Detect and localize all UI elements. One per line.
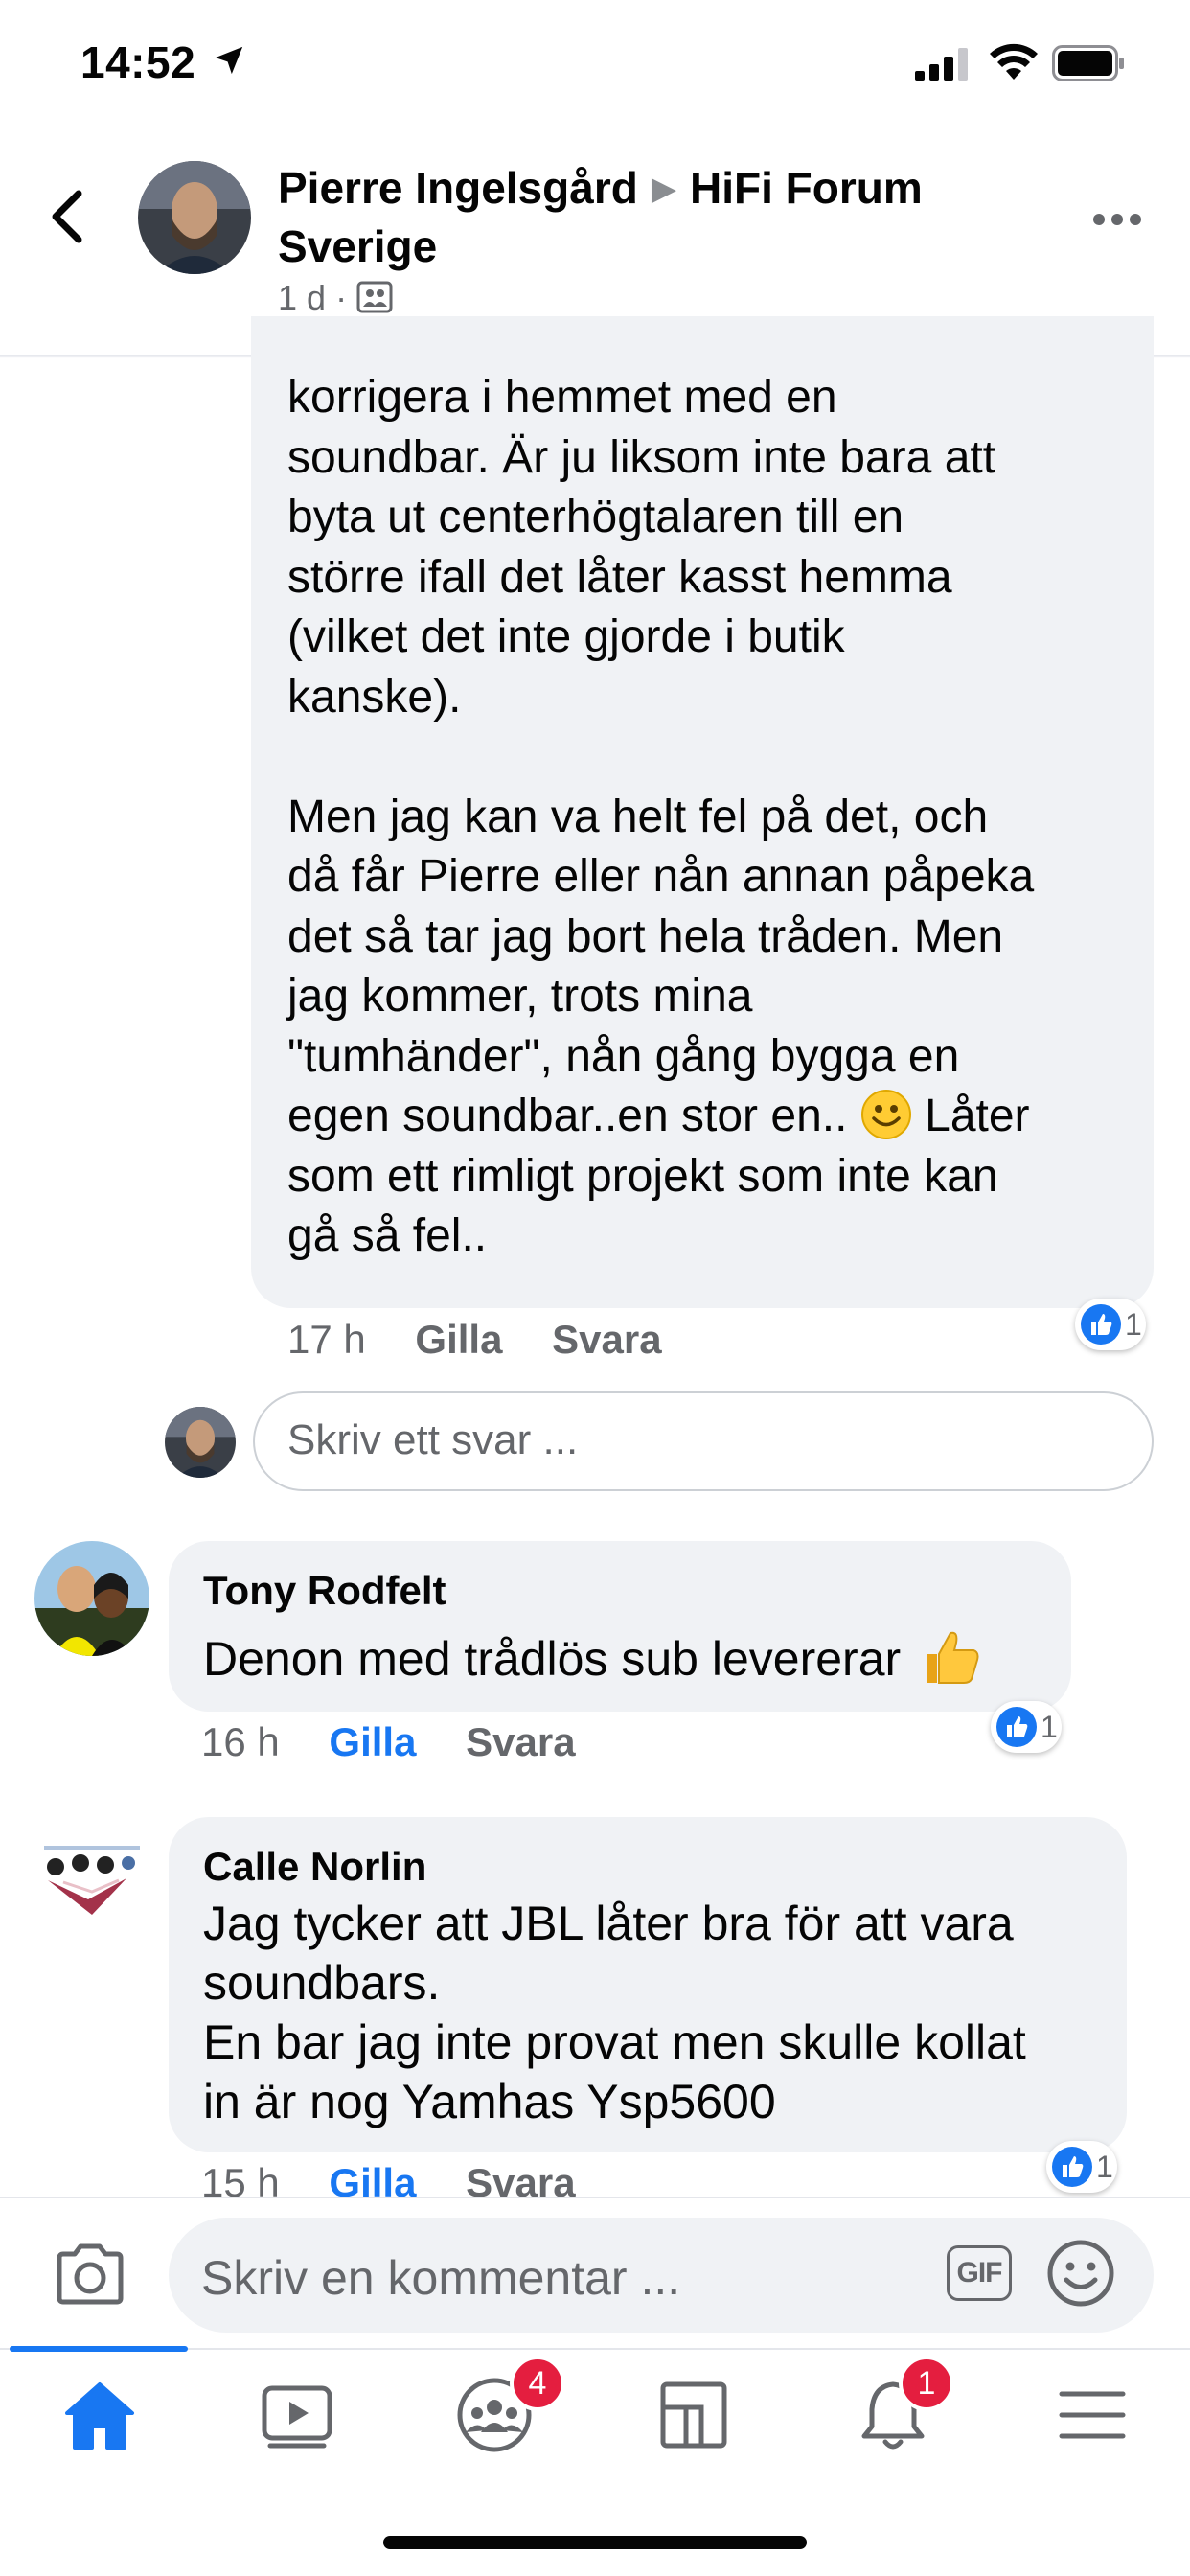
wifi-icon	[990, 43, 1038, 80]
reaction-count[interactable]: 1	[1046, 2141, 1117, 2193]
commenter-avatar[interactable]	[34, 1541, 149, 1656]
status-time: 14:52	[80, 37, 196, 87]
comment-actions: 17 h Gilla Svara	[287, 1317, 662, 1363]
group-members-icon	[356, 281, 393, 313]
commenter-avatar[interactable]	[34, 1819, 149, 1934]
commenter-name[interactable]: Tony Rodfelt	[203, 1568, 446, 1614]
watch-icon[interactable]	[257, 2375, 337, 2455]
commenter-name[interactable]: Calle Norlin	[203, 1844, 426, 1890]
camera-icon[interactable]	[54, 2242, 126, 2306]
back-icon[interactable]	[44, 188, 92, 245]
home-indicator	[383, 2536, 807, 2549]
thumbs-up-emoji-icon	[922, 1627, 981, 1687]
pages-icon[interactable]	[653, 2375, 734, 2455]
comment-placeholder: Skriv en kommentar ...	[201, 2251, 681, 2305]
like-link[interactable]: Gilla	[415, 1317, 502, 1362]
menu-icon[interactable]	[1052, 2375, 1133, 2455]
comment-time: 16 h	[201, 1719, 280, 1764]
like-reaction-icon	[1052, 2147, 1092, 2187]
comment-text: Denon med trådlös sub levererar	[203, 1627, 981, 1689]
post-time: 1 d	[278, 278, 327, 317]
post-header-title[interactable]: Pierre Ingelsgård ▶ HiFi Forum Sverige	[278, 161, 1006, 273]
location-arrow-icon	[215, 46, 243, 75]
like-reaction-icon	[996, 1707, 1037, 1747]
home-icon[interactable]	[59, 2375, 140, 2455]
my-avatar	[165, 1407, 236, 1478]
reaction-count[interactable]: 1	[1075, 1299, 1146, 1350]
author-name[interactable]: Pierre Ingelsgård	[278, 163, 638, 213]
like-link-active[interactable]: Gilla	[329, 1719, 416, 1764]
comment-text: Jag tycker att JBL låter bra för att var…	[203, 1897, 1026, 2128]
reaction-count[interactable]: 1	[991, 1701, 1062, 1753]
nav-active-indicator	[10, 2346, 188, 2352]
battery-icon	[1052, 45, 1124, 81]
author-avatar[interactable]	[138, 161, 251, 274]
more-icon[interactable]	[1092, 213, 1142, 226]
meta-dot: ·	[335, 278, 357, 317]
notifications-badge: 1	[899, 2356, 954, 2411]
smiley-emoji-icon	[860, 1089, 912, 1140]
reply-link[interactable]: Svara	[552, 1317, 661, 1362]
reply-placeholder: Skriv ett svar ...	[287, 1416, 579, 1463]
emoji-icon[interactable]	[1046, 2239, 1115, 2308]
groups-badge: 4	[510, 2356, 565, 2411]
post-meta: 1 d ·	[278, 278, 393, 318]
comment-actions: 16 h Gilla Svara	[201, 1719, 576, 1765]
cellular-signal-icon	[915, 48, 968, 80]
triangle-right-icon: ▶	[651, 171, 676, 207]
reply-link[interactable]: Svara	[466, 1719, 575, 1764]
composer-divider	[0, 2196, 1190, 2198]
comment-time: 17 h	[287, 1317, 366, 1362]
like-reaction-icon	[1081, 1304, 1121, 1345]
comment-text: korrigera i hemmet med en soundbar. Är j…	[287, 372, 1035, 1261]
gif-button[interactable]: GIF	[947, 2245, 1012, 2301]
